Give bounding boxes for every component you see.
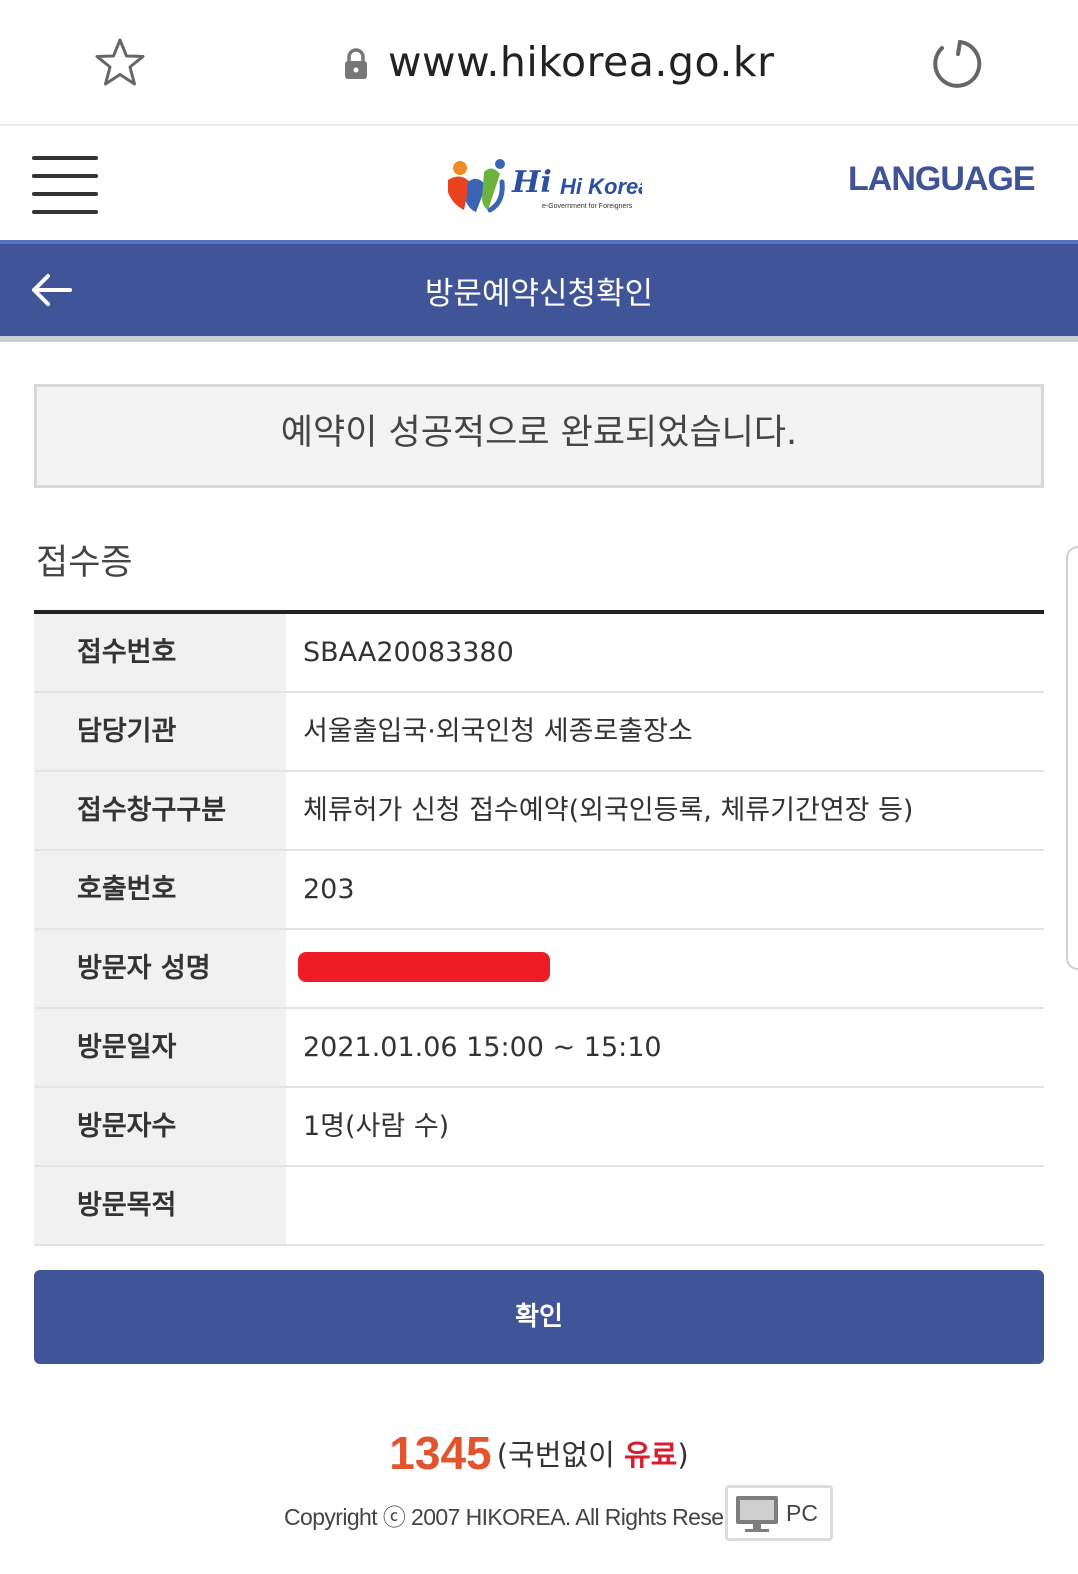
row-value: 체류허가 신청 접수예약(외국인등록, 체류기간연장 등) xyxy=(303,795,914,826)
row-label: 접수창구구분 xyxy=(34,772,286,849)
star-icon[interactable] xyxy=(92,36,148,92)
pc-label: PC xyxy=(786,1500,818,1526)
row-value: 203 xyxy=(303,874,355,905)
row-label: 방문목적 xyxy=(34,1167,286,1244)
call-description: (국번없이 유료) xyxy=(496,1438,689,1472)
call-number[interactable]: 1345 xyxy=(389,1427,491,1479)
table-row: 접수번호 SBAA20083380 xyxy=(34,614,1044,693)
reload-icon[interactable] xyxy=(928,36,984,92)
table-row: 호출번호 203 xyxy=(34,851,1044,930)
success-notice: 예약이 성공적으로 완료되었습니다. xyxy=(34,384,1044,488)
lock-icon xyxy=(345,48,367,79)
row-label: 방문자수 xyxy=(34,1088,286,1165)
svg-text:Hi: Hi xyxy=(511,165,552,200)
page-title: 방문예약신청확인 xyxy=(424,276,654,312)
row-label: 담당기관 xyxy=(34,693,286,770)
site-header: Hi Hi Korea e-Government for Foreigners … xyxy=(0,126,1078,240)
row-value: 서울출입국·외국인청 세종로출장소 xyxy=(303,716,693,747)
paid-label: 유료 xyxy=(624,1438,678,1472)
row-label: 방문자 성명 xyxy=(34,930,286,1007)
menu-icon[interactable] xyxy=(32,154,98,214)
section-title: 접수증 xyxy=(36,543,133,583)
browser-address-bar: www.hikorea.go.kr xyxy=(0,0,1078,126)
svg-text:e-Government for Foreigners: e-Government for Foreigners xyxy=(542,203,633,210)
table-row: 방문자 성명 xyxy=(34,930,1044,1009)
row-label: 방문일자 xyxy=(34,1009,286,1086)
table-row: 담당기관 서울출입국·외국인청 세종로출장소 xyxy=(34,693,1044,772)
pc-version-button[interactable]: PC xyxy=(725,1485,833,1541)
hikorea-logo[interactable]: Hi Hi Korea e-Government for Foreigners xyxy=(442,152,642,216)
confirm-button[interactable]: 확인 xyxy=(34,1270,1044,1364)
page-title-bar: 방문예약신청확인 xyxy=(0,240,1078,342)
edge-panel-handle[interactable] xyxy=(1066,546,1078,970)
row-value: 2021.01.06 15:00 ~ 15:10 xyxy=(303,1032,662,1063)
table-row: 방문자수 1명(사람 수) xyxy=(34,1088,1044,1167)
row-value: SBAA20083380 xyxy=(303,637,514,668)
table-row: 방문일자 2021.01.06 15:00 ~ 15:10 xyxy=(34,1009,1044,1088)
row-value xyxy=(286,1167,1044,1244)
row-label: 접수번호 xyxy=(34,614,286,691)
success-message: 예약이 성공적으로 완료되었습니다. xyxy=(280,413,798,453)
monitor-icon xyxy=(736,1496,778,1532)
table-row: 방문목적 xyxy=(34,1167,1044,1246)
svg-text:Hi Korea: Hi Korea xyxy=(560,174,642,199)
url-text[interactable]: www.hikorea.go.kr xyxy=(388,38,774,86)
row-label: 호출번호 xyxy=(34,851,286,928)
visitor-name-value xyxy=(286,930,1044,1007)
language-button[interactable]: LANGUAGE xyxy=(848,160,1036,199)
redaction-mark xyxy=(298,952,550,982)
call-center-info: 1345 (국번없이 유료) xyxy=(0,1426,1078,1480)
receipt-table: 접수번호 SBAA20083380 담당기관 서울출입국·외국인청 세종로출장소… xyxy=(34,610,1044,1246)
row-value: 1명(사람 수) xyxy=(303,1111,450,1142)
copyright-text: Copyright ⓒ 2007 HIKOREA. All Rights Res… xyxy=(284,1504,772,1530)
table-row: 접수창구구분 체류허가 신청 접수예약(외국인등록, 체류기간연장 등) xyxy=(34,772,1044,851)
